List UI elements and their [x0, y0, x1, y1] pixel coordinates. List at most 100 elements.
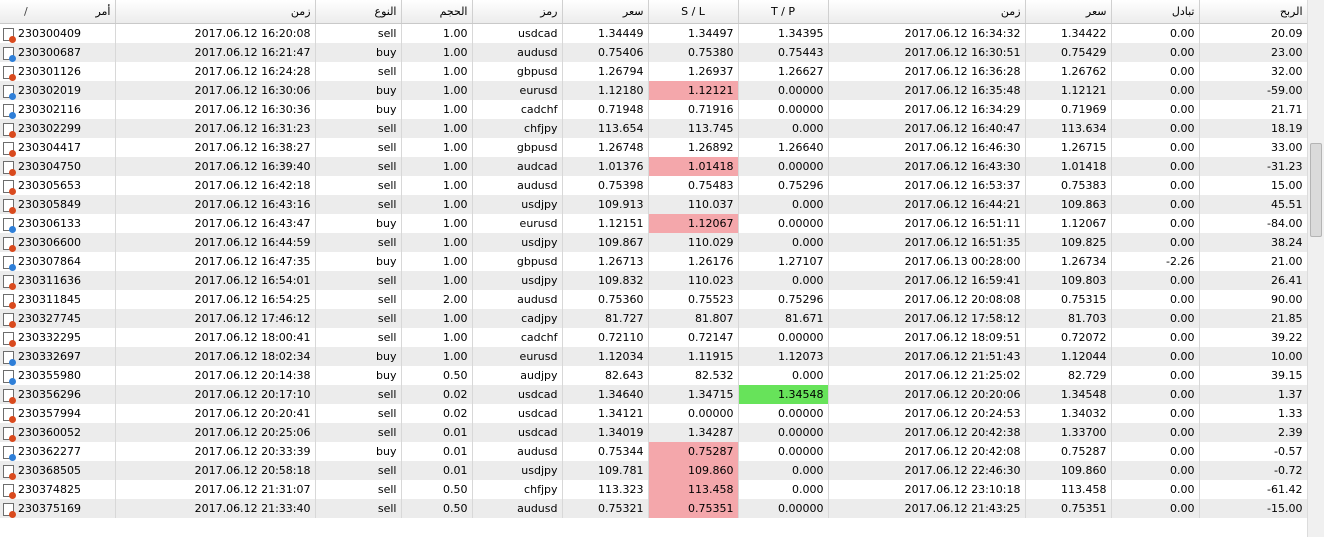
- cell-size: 0.02: [401, 404, 473, 423]
- cell-size: 1.00: [401, 23, 473, 43]
- order-number: 230305849: [18, 198, 81, 211]
- cell-size: 1.00: [401, 233, 473, 252]
- cell-open-price: 1.26713: [562, 252, 649, 271]
- table-row[interactable]: 230311845 2017.06.12 16:54:25 sell 2.00 audu…: [0, 290, 1307, 309]
- table-row[interactable]: 230300409 2017.06.12 16:20:08 sell 1.00 usdc…: [0, 23, 1307, 43]
- table-row[interactable]: 230302019 2017.06.12 16:30:06 buy 1.00 eurus…: [0, 81, 1307, 100]
- table-row[interactable]: 230362277 2017.06.12 20:33:39 buy 0.01 audus…: [0, 442, 1307, 461]
- cell-sl: 1.12121: [648, 81, 739, 100]
- cell-open-price: 109.832: [562, 271, 649, 290]
- table-row[interactable]: 230360052 2017.06.12 20:25:06 sell 0.01 usdc…: [0, 423, 1307, 442]
- cell-open-time: 2017.06.12 16:44:59: [115, 233, 316, 252]
- table-row[interactable]: 230302299 2017.06.12 16:31:23 sell 1.00 chfj…: [0, 119, 1307, 138]
- cell-close-price: 1.12044: [1025, 347, 1112, 366]
- cell-sl: 110.037: [648, 195, 739, 214]
- cell-open-time: 2017.06.12 16:21:47: [115, 43, 316, 62]
- column-header-profit[interactable]: الربح: [1199, 0, 1307, 24]
- table-row[interactable]: 230304750 2017.06.12 16:39:40 sell 1.00 audc…: [0, 157, 1307, 176]
- table-row[interactable]: 230332697 2017.06.12 18:02:34 buy 1.00 eurus…: [0, 347, 1307, 366]
- cell-open-time: 2017.06.12 20:25:06: [115, 423, 316, 442]
- table-row[interactable]: 230302116 2017.06.12 16:30:36 buy 1.00 cadch…: [0, 100, 1307, 119]
- cell-symbol: usdcad: [472, 385, 563, 404]
- table-row[interactable]: 230332295 2017.06.12 18:00:41 sell 1.00 cadc…: [0, 328, 1307, 347]
- table-row[interactable]: 230375169 2017.06.12 21:33:40 sell 0.50 audu…: [0, 499, 1307, 518]
- column-header-swap[interactable]: تبادل: [1111, 0, 1200, 24]
- cell-open-price: 109.781: [562, 461, 649, 480]
- cell-order: 230306133: [0, 214, 116, 233]
- buy-order-icon: [3, 255, 16, 271]
- table-row[interactable]: 230368505 2017.06.12 20:58:18 sell 0.01 usdj…: [0, 461, 1307, 480]
- cell-profit: 33.00: [1199, 138, 1307, 157]
- table-row[interactable]: 230327745 2017.06.12 17:46:12 sell 1.00 cadj…: [0, 309, 1307, 328]
- cell-open-time: 2017.06.12 21:31:07: [115, 480, 316, 499]
- cell-close-price: 1.26715: [1025, 138, 1112, 157]
- cell-profit: 20.09: [1199, 23, 1307, 43]
- table-row[interactable]: 230355980 2017.06.12 20:14:38 buy 0.50 audjp…: [0, 366, 1307, 385]
- sell-order-icon: [3, 502, 16, 518]
- table-row[interactable]: 230311636 2017.06.12 16:54:01 sell 1.00 usdj…: [0, 271, 1307, 290]
- order-number: 230374825: [18, 483, 81, 496]
- cell-size: 0.50: [401, 480, 473, 499]
- column-header-tp[interactable]: T / P: [738, 0, 829, 24]
- table-row[interactable]: 230356296 2017.06.12 20:17:10 sell 0.02 usdc…: [0, 385, 1307, 404]
- column-header-open-time[interactable]: زمن: [115, 0, 316, 24]
- cell-size: 0.50: [401, 499, 473, 518]
- cell-close-price: 0.75287: [1025, 442, 1112, 461]
- cell-type: sell: [315, 119, 402, 138]
- cell-profit: -84.00: [1199, 214, 1307, 233]
- cell-close-time: 2017.06.12 20:08:08: [828, 290, 1026, 309]
- order-number: 230332295: [18, 331, 81, 344]
- order-number: 230307864: [18, 255, 81, 268]
- cell-tp: 0.00000: [738, 423, 829, 442]
- table-row[interactable]: 230305849 2017.06.12 16:43:16 sell 1.00 usdj…: [0, 195, 1307, 214]
- column-header-order[interactable]: / أمر: [0, 0, 116, 24]
- cell-sl: 1.34715: [648, 385, 739, 404]
- cell-open-time: 2017.06.12 16:20:08: [115, 23, 316, 43]
- table-row[interactable]: 230305653 2017.06.12 16:42:18 sell 1.00 audu…: [0, 176, 1307, 195]
- table-row[interactable]: 230306600 2017.06.12 16:44:59 sell 1.00 usdj…: [0, 233, 1307, 252]
- cell-close-price: 1.26734: [1025, 252, 1112, 271]
- cell-close-price: 0.75351: [1025, 499, 1112, 518]
- cell-sl: 0.75287: [648, 442, 739, 461]
- cell-close-price: 0.75315: [1025, 290, 1112, 309]
- cell-close-time: 2017.06.12 22:46:30: [828, 461, 1026, 480]
- sell-order-icon: [3, 426, 16, 442]
- cell-tp: 1.27107: [738, 252, 829, 271]
- cell-symbol: eurusd: [472, 81, 563, 100]
- cell-sl: 110.029: [648, 233, 739, 252]
- cell-open-price: 1.34121: [562, 404, 649, 423]
- table-row[interactable]: 230300687 2017.06.12 16:21:47 buy 1.00 audus…: [0, 43, 1307, 62]
- table-row[interactable]: 230301126 2017.06.12 16:24:28 sell 1.00 gbpu…: [0, 62, 1307, 81]
- cell-size: 1.00: [401, 43, 473, 62]
- column-header-open-price[interactable]: سعر: [562, 0, 649, 24]
- column-header-close-time[interactable]: زمن: [828, 0, 1026, 24]
- cell-order: 230305653: [0, 176, 116, 195]
- cell-close-time: 2017.06.12 21:25:02: [828, 366, 1026, 385]
- scrollbar-thumb[interactable]: [1310, 143, 1322, 237]
- cell-open-time: 2017.06.12 16:39:40: [115, 157, 316, 176]
- cell-symbol: gbpusd: [472, 138, 563, 157]
- table-row[interactable]: 230374825 2017.06.12 21:31:07 sell 0.50 chfj…: [0, 480, 1307, 499]
- cell-open-price: 0.71948: [562, 100, 649, 119]
- table-row[interactable]: 230307864 2017.06.12 16:47:35 buy 1.00 gbpus…: [0, 252, 1307, 271]
- column-header-sl[interactable]: S / L: [648, 0, 739, 24]
- cell-type: sell: [315, 62, 402, 81]
- cell-open-price: 113.323: [562, 480, 649, 499]
- cell-size: 1.00: [401, 138, 473, 157]
- column-header-order-label: أمر: [95, 5, 111, 18]
- cell-order: 230374825: [0, 480, 116, 499]
- cell-tp: 0.00000: [738, 157, 829, 176]
- table-row[interactable]: 230306133 2017.06.12 16:43:47 buy 1.00 eurus…: [0, 214, 1307, 233]
- table-row[interactable]: 230357994 2017.06.12 20:20:41 sell 0.02 usdc…: [0, 404, 1307, 423]
- cell-sl: 0.72147: [648, 328, 739, 347]
- column-header-type[interactable]: النوع: [315, 0, 402, 24]
- column-header-size[interactable]: الحجم: [401, 0, 473, 24]
- table-row[interactable]: 230304417 2017.06.12 16:38:27 sell 1.00 gbpu…: [0, 138, 1307, 157]
- cell-symbol: audusd: [472, 290, 563, 309]
- vertical-scrollbar[interactable]: [1307, 0, 1324, 537]
- column-header-close-price[interactable]: سعر: [1025, 0, 1112, 24]
- column-header-symbol[interactable]: رمز: [472, 0, 563, 24]
- cell-close-price: 0.75383: [1025, 176, 1112, 195]
- cell-order: 230304417: [0, 138, 116, 157]
- cell-size: 0.01: [401, 442, 473, 461]
